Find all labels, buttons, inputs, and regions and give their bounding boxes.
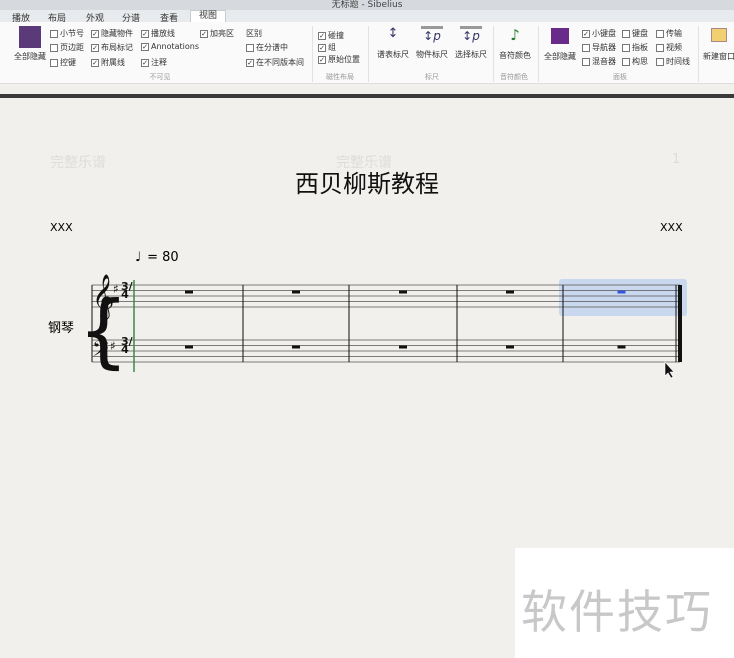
whole-rest — [617, 345, 626, 349]
whole-rest — [292, 345, 300, 349]
selection-highlight — [559, 279, 687, 316]
whole-rest — [399, 290, 407, 294]
time-signature-treble[interactable]: 3/4 — [121, 281, 133, 300]
watermark: 软件技巧 — [515, 548, 734, 658]
watermark-text: 软件技巧 — [521, 585, 713, 639]
whole-rest — [292, 290, 300, 294]
time-signature-bass[interactable]: 3/4 — [121, 336, 133, 355]
whole-rest — [506, 345, 514, 349]
whole-rest — [617, 290, 626, 294]
whole-rest — [399, 345, 407, 349]
whole-rest — [506, 290, 514, 294]
score-staves[interactable]: 𝄞♯𝄢 ♯{ — [0, 0, 734, 400]
mouse-cursor-icon — [664, 361, 675, 379]
whole-rest — [185, 290, 193, 294]
whole-rest — [185, 345, 193, 349]
